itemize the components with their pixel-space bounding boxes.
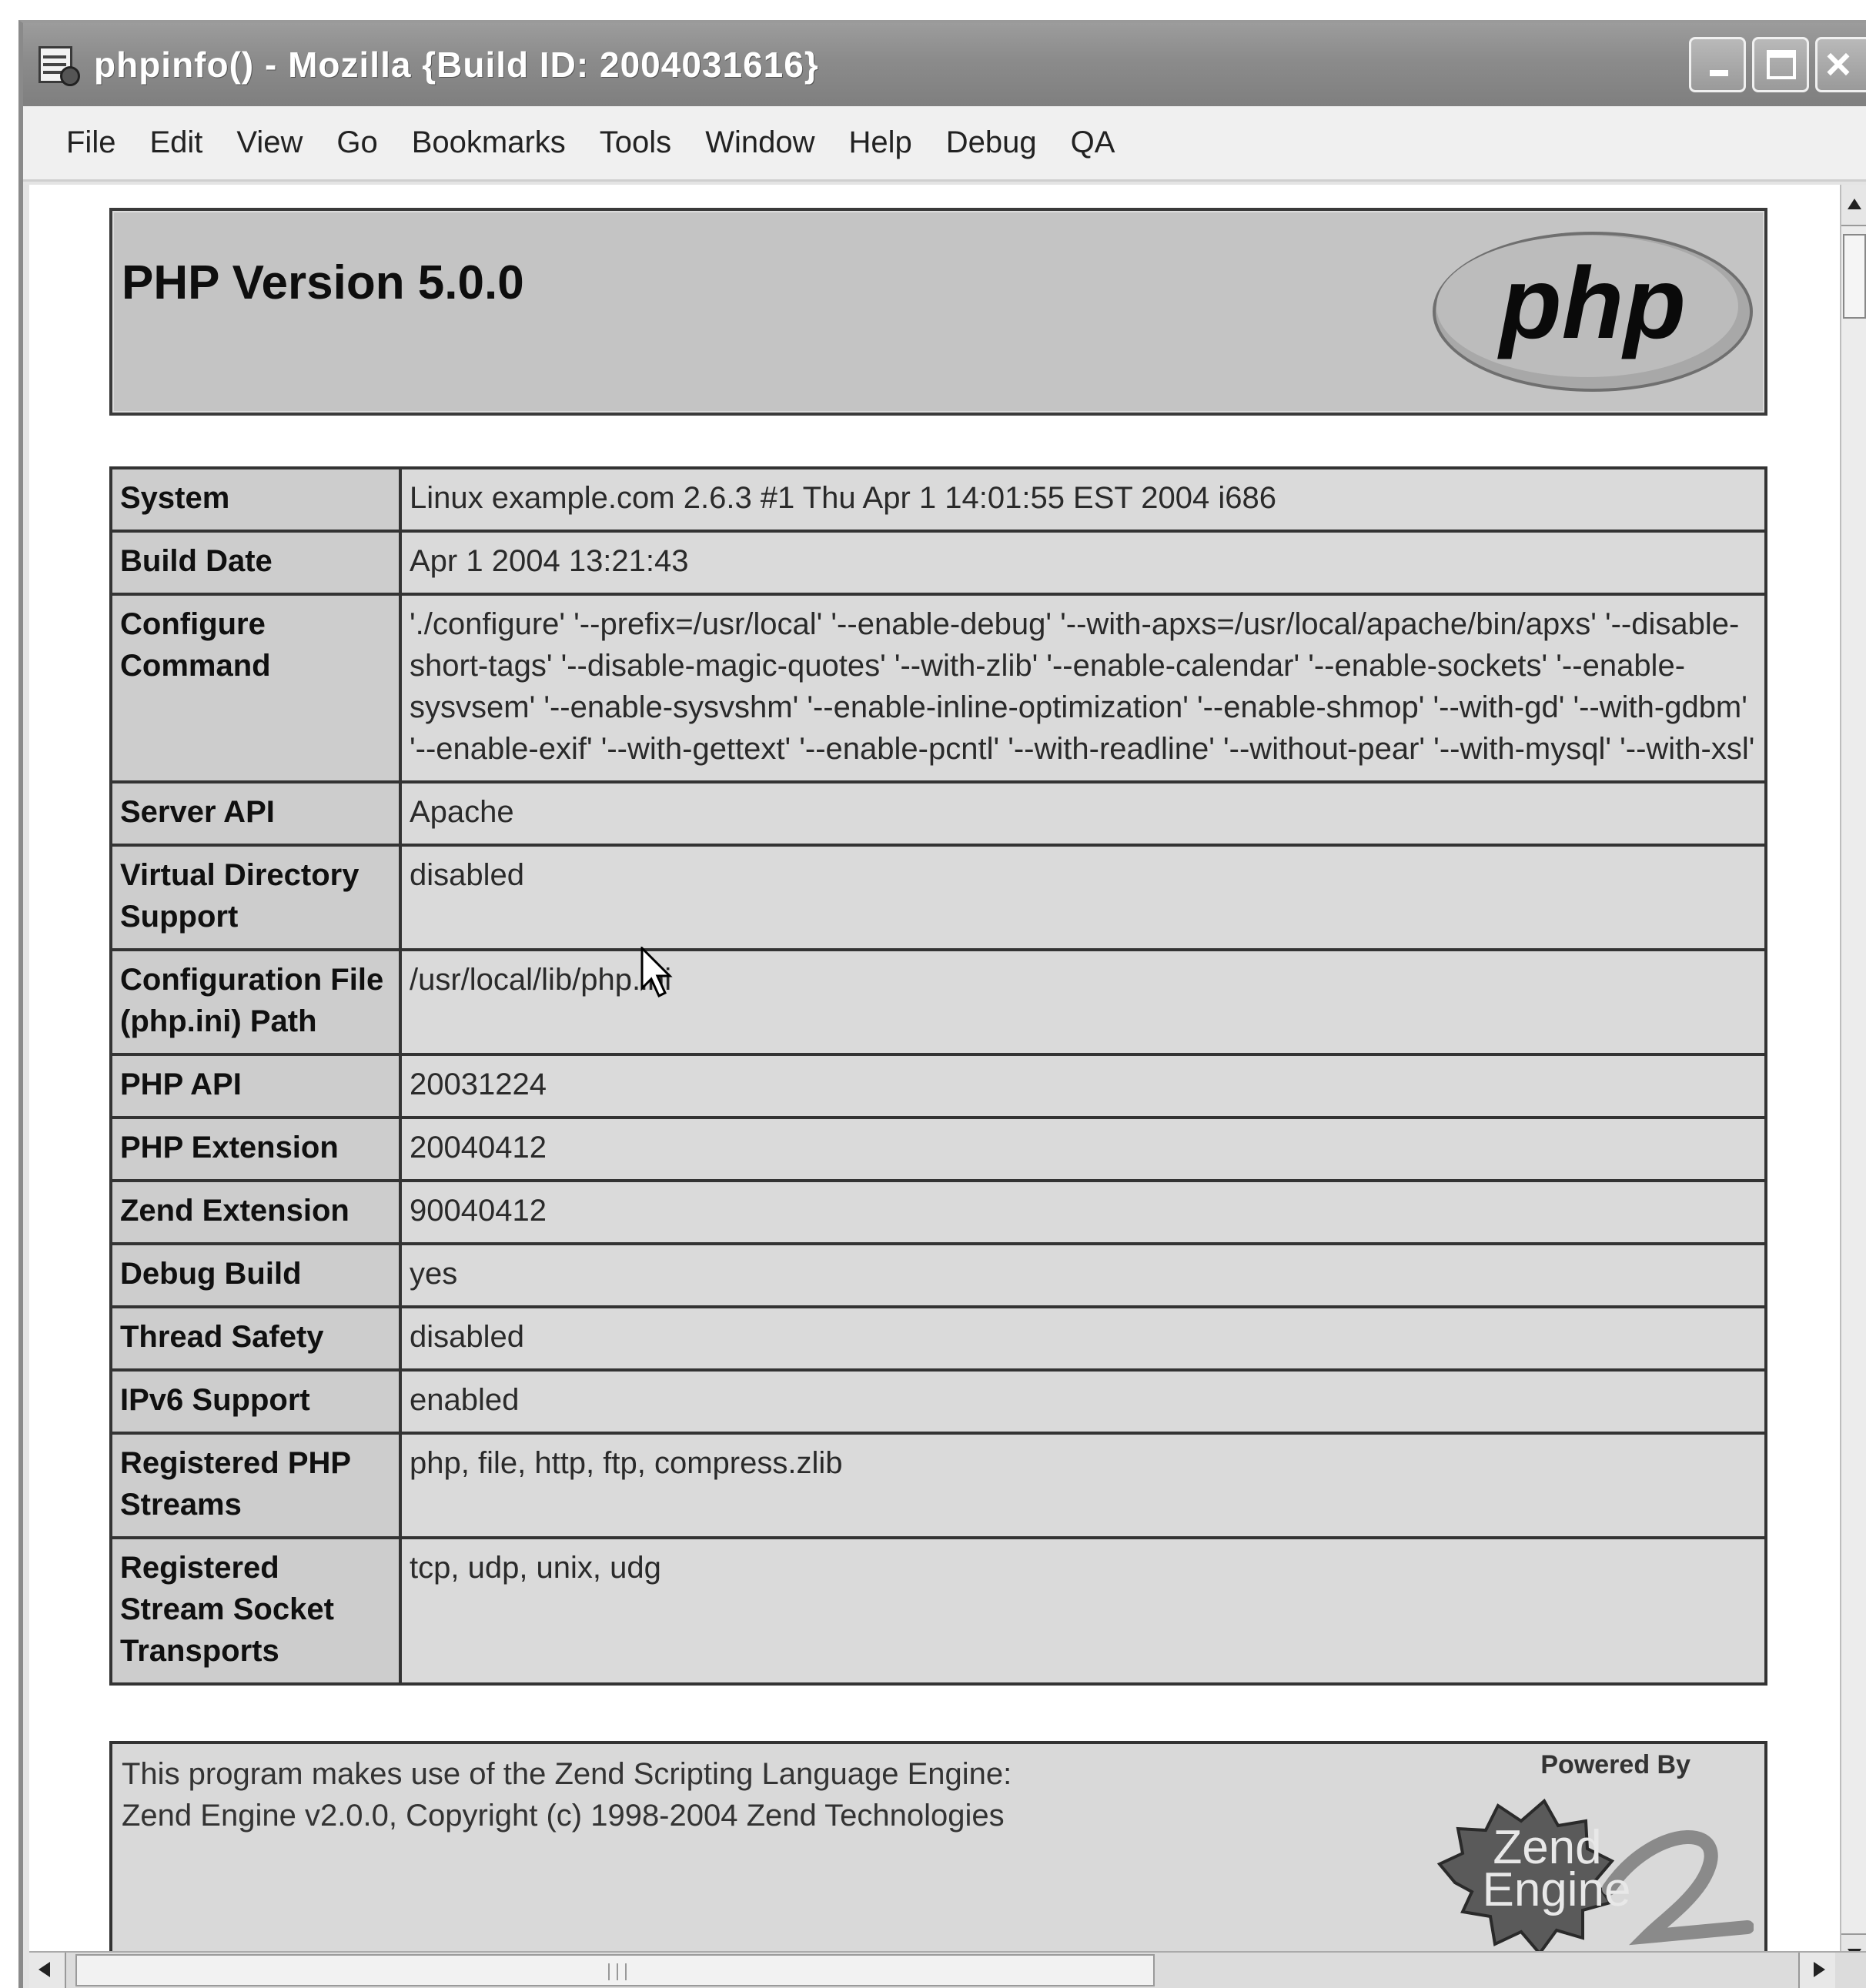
menu-view[interactable]: View: [236, 125, 303, 160]
zend-credits-text: This program makes use of the Zend Scrip…: [122, 1753, 1012, 1836]
table-row: IPv6 Support enabled: [109, 1368, 1767, 1435]
powered-by-label: Powered By: [1540, 1750, 1690, 1779]
row-value: tcp, udp, unix, udg: [399, 1536, 1767, 1686]
menu-window[interactable]: Window: [705, 125, 814, 160]
zend-credits-line2: Zend Engine v2.0.0, Copyright (c) 1998-2…: [122, 1799, 1005, 1833]
row-key: Zend Extension: [109, 1179, 402, 1245]
table-row: Build Date Apr 1 2004 13:21:43: [109, 530, 1767, 596]
row-key: Virtual Directory Support: [109, 844, 402, 951]
window-title: phpinfo() - Mozilla {Build ID: 200403161…: [94, 45, 819, 85]
scroll-right-icon[interactable]: [1798, 1953, 1835, 1988]
zend-credits-line1: This program makes use of the Zend Scrip…: [122, 1757, 1012, 1791]
zend-engine-logo-icon[interactable]: Zend Engine 2: [1432, 1790, 1754, 1958]
row-value: 20040412: [399, 1116, 1767, 1182]
row-value: Linux example.com 2.6.3 #1 Thu Apr 1 14:…: [399, 466, 1767, 533]
title-bar[interactable]: phpinfo() - Mozilla {Build ID: 200403161…: [23, 23, 1866, 106]
zend-credits-box: This program makes use of the Zend Scrip…: [109, 1741, 1767, 1964]
minimize-icon: [1710, 70, 1728, 76]
row-key: Build Date: [109, 530, 402, 596]
row-value: 90040412: [399, 1179, 1767, 1245]
php-info-table: System Linux example.com 2.6.3 #1 Thu Ap…: [109, 466, 1767, 1686]
row-value: Apr 1 2004 13:21:43: [399, 530, 1767, 596]
row-value: /usr/local/lib/php.ini: [399, 948, 1767, 1056]
row-key: PHP Extension: [109, 1116, 402, 1182]
menu-debug[interactable]: Debug: [946, 125, 1037, 160]
table-row: Zend Extension 90040412: [109, 1179, 1767, 1245]
window-controls: ×: [1689, 37, 1866, 92]
maximize-icon: [1767, 50, 1796, 79]
menu-tools[interactable]: Tools: [600, 125, 671, 160]
menu-file[interactable]: File: [66, 125, 115, 160]
row-key: Debug Build: [109, 1242, 402, 1308]
row-key: Configuration File (php.ini) Path: [109, 948, 402, 1056]
vertical-scroll-thumb[interactable]: [1843, 234, 1866, 319]
row-key: Registered PHP Streams: [109, 1432, 402, 1539]
row-value: 20031224: [399, 1053, 1767, 1119]
page-content: PHP Version 5.0.0 php System Linux examp…: [29, 185, 1846, 1975]
table-row: Configure Command './configure' '--prefi…: [109, 593, 1767, 784]
table-row: Configuration File (php.ini) Path /usr/l…: [109, 948, 1767, 1056]
menu-bookmarks[interactable]: Bookmarks: [412, 125, 566, 160]
menu-help[interactable]: Help: [848, 125, 911, 160]
table-row: Thread Safety disabled: [109, 1305, 1767, 1372]
row-value: disabled: [399, 1305, 1767, 1372]
horizontal-scroll-thumb[interactable]: [75, 1954, 1155, 1986]
row-value: './configure' '--prefix=/usr/local' '--e…: [399, 593, 1767, 784]
menu-go[interactable]: Go: [336, 125, 377, 160]
php-version-title: PHP Version 5.0.0: [122, 256, 524, 309]
vertical-scrollbar[interactable]: [1840, 185, 1866, 1975]
minimize-button[interactable]: [1689, 37, 1746, 92]
row-value: Apache: [399, 780, 1767, 847]
table-row: System Linux example.com 2.6.3 #1 Thu Ap…: [109, 466, 1767, 533]
scroll-up-icon[interactable]: [1841, 185, 1866, 226]
row-key: PHP API: [109, 1053, 402, 1119]
close-button[interactable]: ×: [1815, 37, 1866, 92]
row-key: Thread Safety: [109, 1305, 402, 1372]
browser-window: phpinfo() - Mozilla {Build ID: 200403161…: [18, 20, 1866, 1988]
menu-qa[interactable]: QA: [1071, 125, 1115, 160]
table-row: PHP API 20031224: [109, 1053, 1767, 1119]
mouse-cursor-icon: [640, 947, 673, 998]
php-logo-text: php: [1497, 246, 1686, 359]
row-key: IPv6 Support: [109, 1368, 402, 1435]
menu-bar: File Edit View Go Bookmarks Tools Window…: [23, 106, 1866, 182]
table-row: Registered PHP Streams php, file, http, …: [109, 1432, 1767, 1539]
php-header: PHP Version 5.0.0 php: [109, 208, 1767, 416]
row-value: disabled: [399, 844, 1767, 951]
row-value: enabled: [399, 1368, 1767, 1435]
row-value: php, file, http, ftp, compress.zlib: [399, 1432, 1767, 1539]
table-row: Registered Stream Socket Transports tcp,…: [109, 1536, 1767, 1686]
table-row: Debug Build yes: [109, 1242, 1767, 1308]
row-key: Registered Stream Socket Transports: [109, 1536, 402, 1686]
table-row: Server API Apache: [109, 780, 1767, 847]
document-icon[interactable]: [34, 43, 80, 86]
grip-icon: [608, 1963, 627, 1980]
row-key: Server API: [109, 780, 402, 847]
scroll-left-icon[interactable]: [29, 1953, 66, 1988]
row-value: yes: [399, 1242, 1767, 1308]
maximize-button[interactable]: [1752, 37, 1809, 92]
row-key: Configure Command: [109, 593, 402, 784]
menu-edit[interactable]: Edit: [149, 125, 202, 160]
close-icon: ×: [1825, 39, 1851, 89]
row-key: System: [109, 466, 402, 533]
table-row: Virtual Directory Support disabled: [109, 844, 1767, 951]
php-logo-icon: php: [1433, 232, 1753, 392]
horizontal-scrollbar[interactable]: [29, 1951, 1866, 1988]
zend-logo-line2: Engine: [1482, 1863, 1630, 1916]
table-row: PHP Extension 20040412: [109, 1116, 1767, 1182]
